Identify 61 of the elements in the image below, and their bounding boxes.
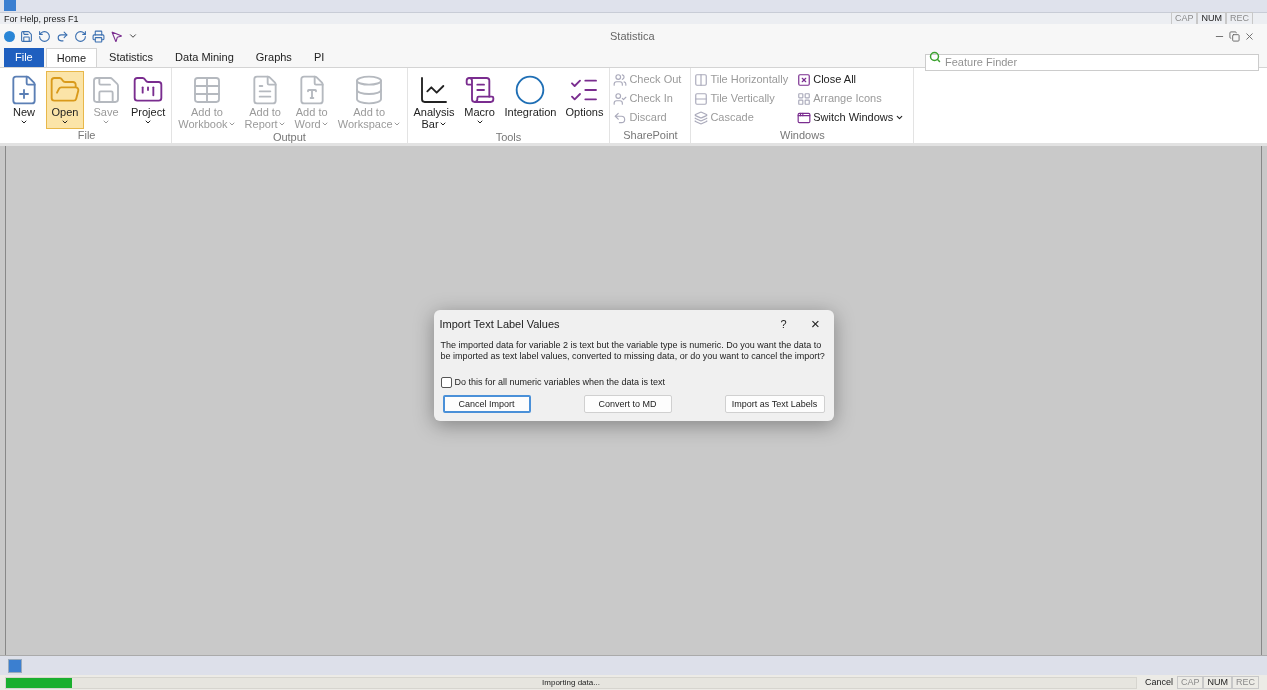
dialog-message: The imported data for variable 2 is text but the variable type is numeric. Do you want the data to be imported as text label values, converted to missing data, or do you want to cancel the import? (439, 339, 826, 362)
dialog-title: Import Text Label Values (439, 316, 560, 332)
grid-icon (797, 91, 812, 106)
help-text: For Help, press F1 (4, 13, 79, 24)
ribbon-button[interactable]: Options (562, 71, 607, 131)
help-button[interactable]: ? (771, 315, 796, 332)
cascade-icon (694, 110, 709, 125)
scroll-icon (463, 74, 496, 106)
undo-icon[interactable] (38, 29, 51, 43)
group-label: Windows (779, 129, 826, 143)
users-icon (613, 72, 628, 87)
save-icon[interactable] (20, 29, 33, 43)
group-label: Tools (494, 131, 523, 145)
ribbon-button[interactable]: New (5, 71, 43, 129)
close-window-icon (797, 72, 812, 87)
ribbon-tab[interactable]: Statistics (99, 48, 164, 67)
restore-icon[interactable] (1229, 30, 1240, 42)
cancel-button[interactable]: Cancel (1144, 675, 1173, 690)
ribbon-tab[interactable]: PI (303, 48, 335, 67)
close-button[interactable]: × (803, 312, 828, 335)
undo-icon (613, 110, 628, 125)
ribbon-tab[interactable]: Home (45, 48, 98, 67)
user-check-icon (613, 91, 628, 106)
status-text: Importing data... (542, 676, 600, 689)
indicator: NUM (1203, 676, 1232, 689)
ribbon-tab[interactable]: Data Mining (165, 48, 244, 67)
chart-icon (418, 74, 450, 106)
ribbon-tab[interactable]: Graphs (245, 48, 302, 67)
ribbon-button[interactable]: Macro (460, 71, 499, 131)
ribbon-button[interactable]: Integration (501, 71, 560, 131)
printer-icon[interactable] (92, 29, 105, 43)
group-label: Output (271, 131, 307, 145)
search-field[interactable]: Feature Finder (925, 53, 1259, 71)
app-logo-icon[interactable] (4, 30, 15, 42)
cursor-icon[interactable] (110, 29, 123, 43)
dialog-button[interactable]: Import as Text Labels (724, 395, 825, 414)
indicator: REC (1232, 676, 1259, 689)
checkbox-label: Do this for all numeric variables when the data is text (454, 375, 666, 389)
indicator: CAP (1176, 676, 1204, 689)
ribbon-button[interactable]: Switch Windows (797, 109, 905, 126)
search-icon (929, 51, 941, 63)
ribbon-button[interactable]: Analysis Bar (410, 71, 458, 131)
tile-horizontal-icon (694, 72, 709, 87)
caret-icon[interactable] (128, 31, 138, 41)
dialog-button[interactable]: Cancel Import (442, 395, 531, 414)
window-title: Statistica (610, 28, 655, 44)
redo-icon[interactable] (56, 29, 69, 43)
file-tab[interactable]: File (4, 48, 44, 67)
ribbon-button[interactable]: Project (128, 71, 169, 129)
ribbon-button[interactable]: Open (46, 71, 84, 129)
refresh-icon[interactable] (74, 29, 87, 43)
circle-logo-icon (514, 74, 547, 106)
dialog-button[interactable]: Convert to MD (583, 395, 672, 414)
group-label: File (76, 129, 97, 143)
ribbon-button[interactable]: Close All (797, 71, 905, 88)
group-label: SharePoint (622, 129, 679, 143)
tile-vertical-icon (694, 91, 709, 106)
checkbox[interactable] (440, 377, 452, 388)
close-icon[interactable] (1244, 30, 1255, 42)
windows-icon (797, 110, 812, 125)
app-icon[interactable] (8, 658, 22, 673)
